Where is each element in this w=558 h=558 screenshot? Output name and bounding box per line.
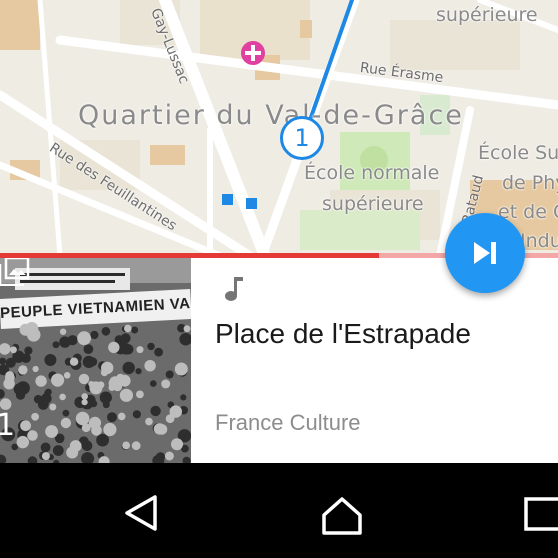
gallery-icon: [0, 258, 30, 286]
skip-next-button[interactable]: [445, 213, 525, 293]
district-label: Quartier du Val-de-Grâce: [78, 100, 464, 131]
poi-label-ens-top: supérieure: [436, 4, 538, 26]
poi-label-ecole-line2: de Phy: [502, 172, 558, 194]
photo-count: 1: [0, 408, 16, 443]
place-photo[interactable]: PEUPLE VIETNAMIEN VAINCR 1: [0, 258, 191, 463]
map-marker-number: 1: [294, 124, 310, 152]
poi-label-ecole-line4: Indust: [520, 230, 558, 252]
crowd-photo-image: [0, 258, 191, 463]
poi-label-ecole-line1: École Su: [478, 142, 558, 164]
map-marker[interactable]: 1: [280, 116, 324, 160]
pharmacy-icon: [241, 41, 265, 65]
recent-apps-button[interactable]: [522, 493, 558, 533]
skip-next-icon: [474, 242, 496, 264]
back-button[interactable]: [121, 493, 161, 533]
poi-label-ens-line1: École normale: [304, 162, 440, 184]
track-title: Place de l'Estrapade: [215, 318, 471, 349]
station-name: France Culture: [215, 410, 361, 435]
home-button[interactable]: [320, 493, 364, 537]
music-note-icon: [225, 277, 243, 301]
poi-label-ens-line2: supérieure: [322, 193, 424, 215]
system-navigation-bar: [0, 463, 558, 558]
